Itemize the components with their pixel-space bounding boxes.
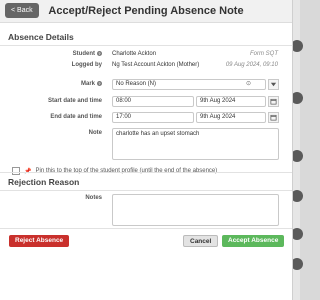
start-label: Start date and time [47, 98, 102, 104]
back-button[interactable]: < Back [5, 3, 39, 18]
logged-by-label: Logged by [71, 62, 102, 68]
student-label: Student? [72, 51, 102, 58]
notes-label: Notes [85, 195, 102, 201]
logged-by-row: Logged by Ng Test Account Ackton (Mother… [0, 62, 292, 71]
end-date-field[interactable]: 9th Aug 2024 [196, 112, 266, 123]
mark-row: Mark? No Reason (N) ⊙ [0, 79, 292, 91]
help-icon[interactable]: ? [97, 81, 102, 86]
start-date-field[interactable]: 9th Aug 2024 [196, 96, 266, 107]
mark-label: Mark? [80, 81, 102, 88]
calendar-icon[interactable] [268, 96, 279, 107]
reject-absence-button[interactable]: Reject Absence [9, 235, 70, 247]
end-row: End date and time 17:00 9th Aug 2024 [0, 112, 292, 124]
start-row: Start date and time 08:00 9th Aug 2024 [0, 96, 292, 108]
end-label: End date and time [50, 114, 102, 120]
rejection-heading: Rejection Reason [0, 173, 292, 191]
logged-by-value: Ng Test Account Ackton (Mother) [112, 62, 200, 68]
logged-at: 09 Aug 2024, 09:10 [225, 62, 278, 68]
student-name: Charlotte Ackton [112, 51, 157, 57]
note-label: Note [88, 130, 102, 136]
student-form: Form SQT [250, 51, 278, 57]
clear-icon[interactable]: ⊙ [246, 80, 251, 89]
help-icon[interactable]: ? [97, 51, 102, 56]
modal-header: < Back Accept/Reject Pending Absence Not… [0, 0, 292, 23]
mark-select[interactable]: No Reason (N) ⊙ [112, 79, 266, 90]
start-time-field[interactable]: 08:00 [112, 96, 194, 107]
accept-absence-button[interactable]: Accept Absence [222, 235, 285, 247]
rejection-notes-textarea[interactable] [112, 194, 279, 226]
absence-details-heading: Absence Details [0, 28, 292, 46]
student-row: Student? Charlotte Ackton Form SQT [0, 51, 292, 60]
calendar-icon[interactable] [268, 112, 279, 123]
chevron-down-icon[interactable] [268, 79, 279, 90]
rejection-section: Rejection Reason Notes [0, 172, 292, 231]
cancel-button[interactable]: Cancel [183, 235, 219, 247]
note-textarea[interactable]: charlotte has an upset stomach [112, 128, 279, 160]
mark-select-value: No Reason (N) [116, 81, 157, 87]
note-row: Note charlotte has an upset stomach [0, 128, 292, 160]
absence-note-modal: < Back Accept/Reject Pending Absence Not… [0, 0, 293, 300]
rejection-form: Notes [0, 191, 292, 231]
footer-divider [0, 228, 292, 229]
end-time-field[interactable]: 17:00 [112, 112, 194, 123]
modal-title: Accept/Reject Pending Absence Note [48, 5, 244, 17]
